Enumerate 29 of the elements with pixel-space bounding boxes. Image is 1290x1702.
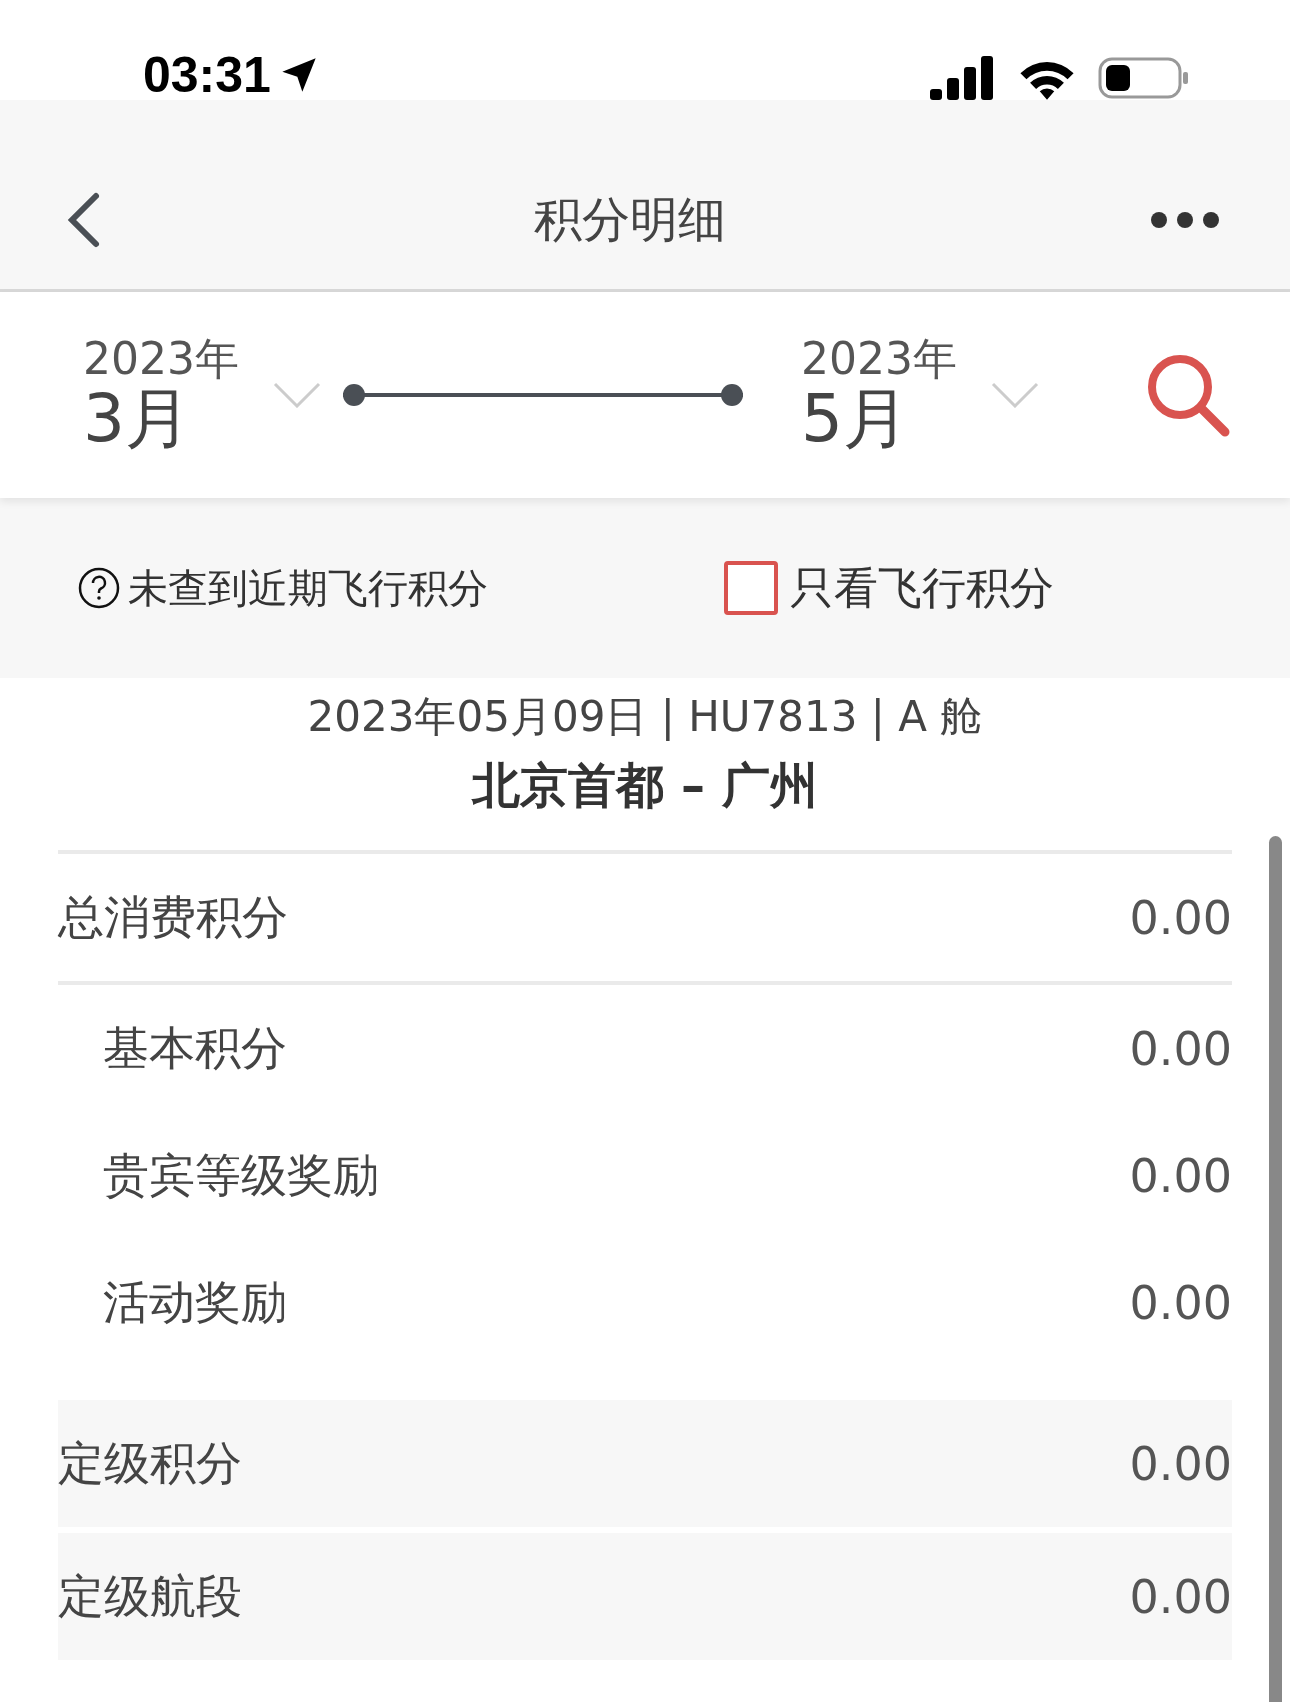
page-title: 积分明细 xyxy=(534,189,726,249)
row-label: 贵宾等级奖励 xyxy=(103,1146,379,1204)
row-value: 0.00 xyxy=(1129,1021,1232,1076)
row-label: 总消费积分 xyxy=(58,888,288,946)
battery-icon xyxy=(1098,56,1190,100)
clock-time: 03:31 xyxy=(143,50,319,100)
row-label: 基本积分 xyxy=(103,1019,287,1077)
start-year[interactable]: 2023年 xyxy=(83,334,273,383)
row-label: 定级积分 xyxy=(58,1434,242,1492)
hint-text: 未查到近期飞行积分 xyxy=(128,563,489,613)
row-value: 0.00 xyxy=(1129,1275,1232,1330)
end-year[interactable]: 2023年 xyxy=(801,334,991,383)
signal-icon xyxy=(930,56,996,100)
scrollbar[interactable] xyxy=(1269,836,1282,1702)
checkbox-label[interactable]: 只看飞行积分 xyxy=(790,558,1054,618)
start-month[interactable]: 3月 xyxy=(83,382,273,456)
help-icon[interactable] xyxy=(78,567,120,609)
row-value: 0.00 xyxy=(1129,1436,1232,1491)
row-value: 0.00 xyxy=(1129,1569,1232,1624)
search-icon[interactable] xyxy=(1146,353,1230,437)
more-icon[interactable] xyxy=(1150,210,1220,229)
flight-info: 2023年05月09日 | HU7813 | A 舱 xyxy=(307,691,983,743)
row-value: 0.00 xyxy=(1129,1148,1232,1203)
row-label: 定级航段 xyxy=(58,1567,242,1625)
row-label: 活动奖励 xyxy=(103,1273,287,1331)
flight-route: 北京首都 – 广州 xyxy=(472,755,818,815)
end-month[interactable]: 5月 xyxy=(801,382,991,456)
checkbox[interactable] xyxy=(724,561,778,615)
row-value: 0.00 xyxy=(1129,890,1232,945)
